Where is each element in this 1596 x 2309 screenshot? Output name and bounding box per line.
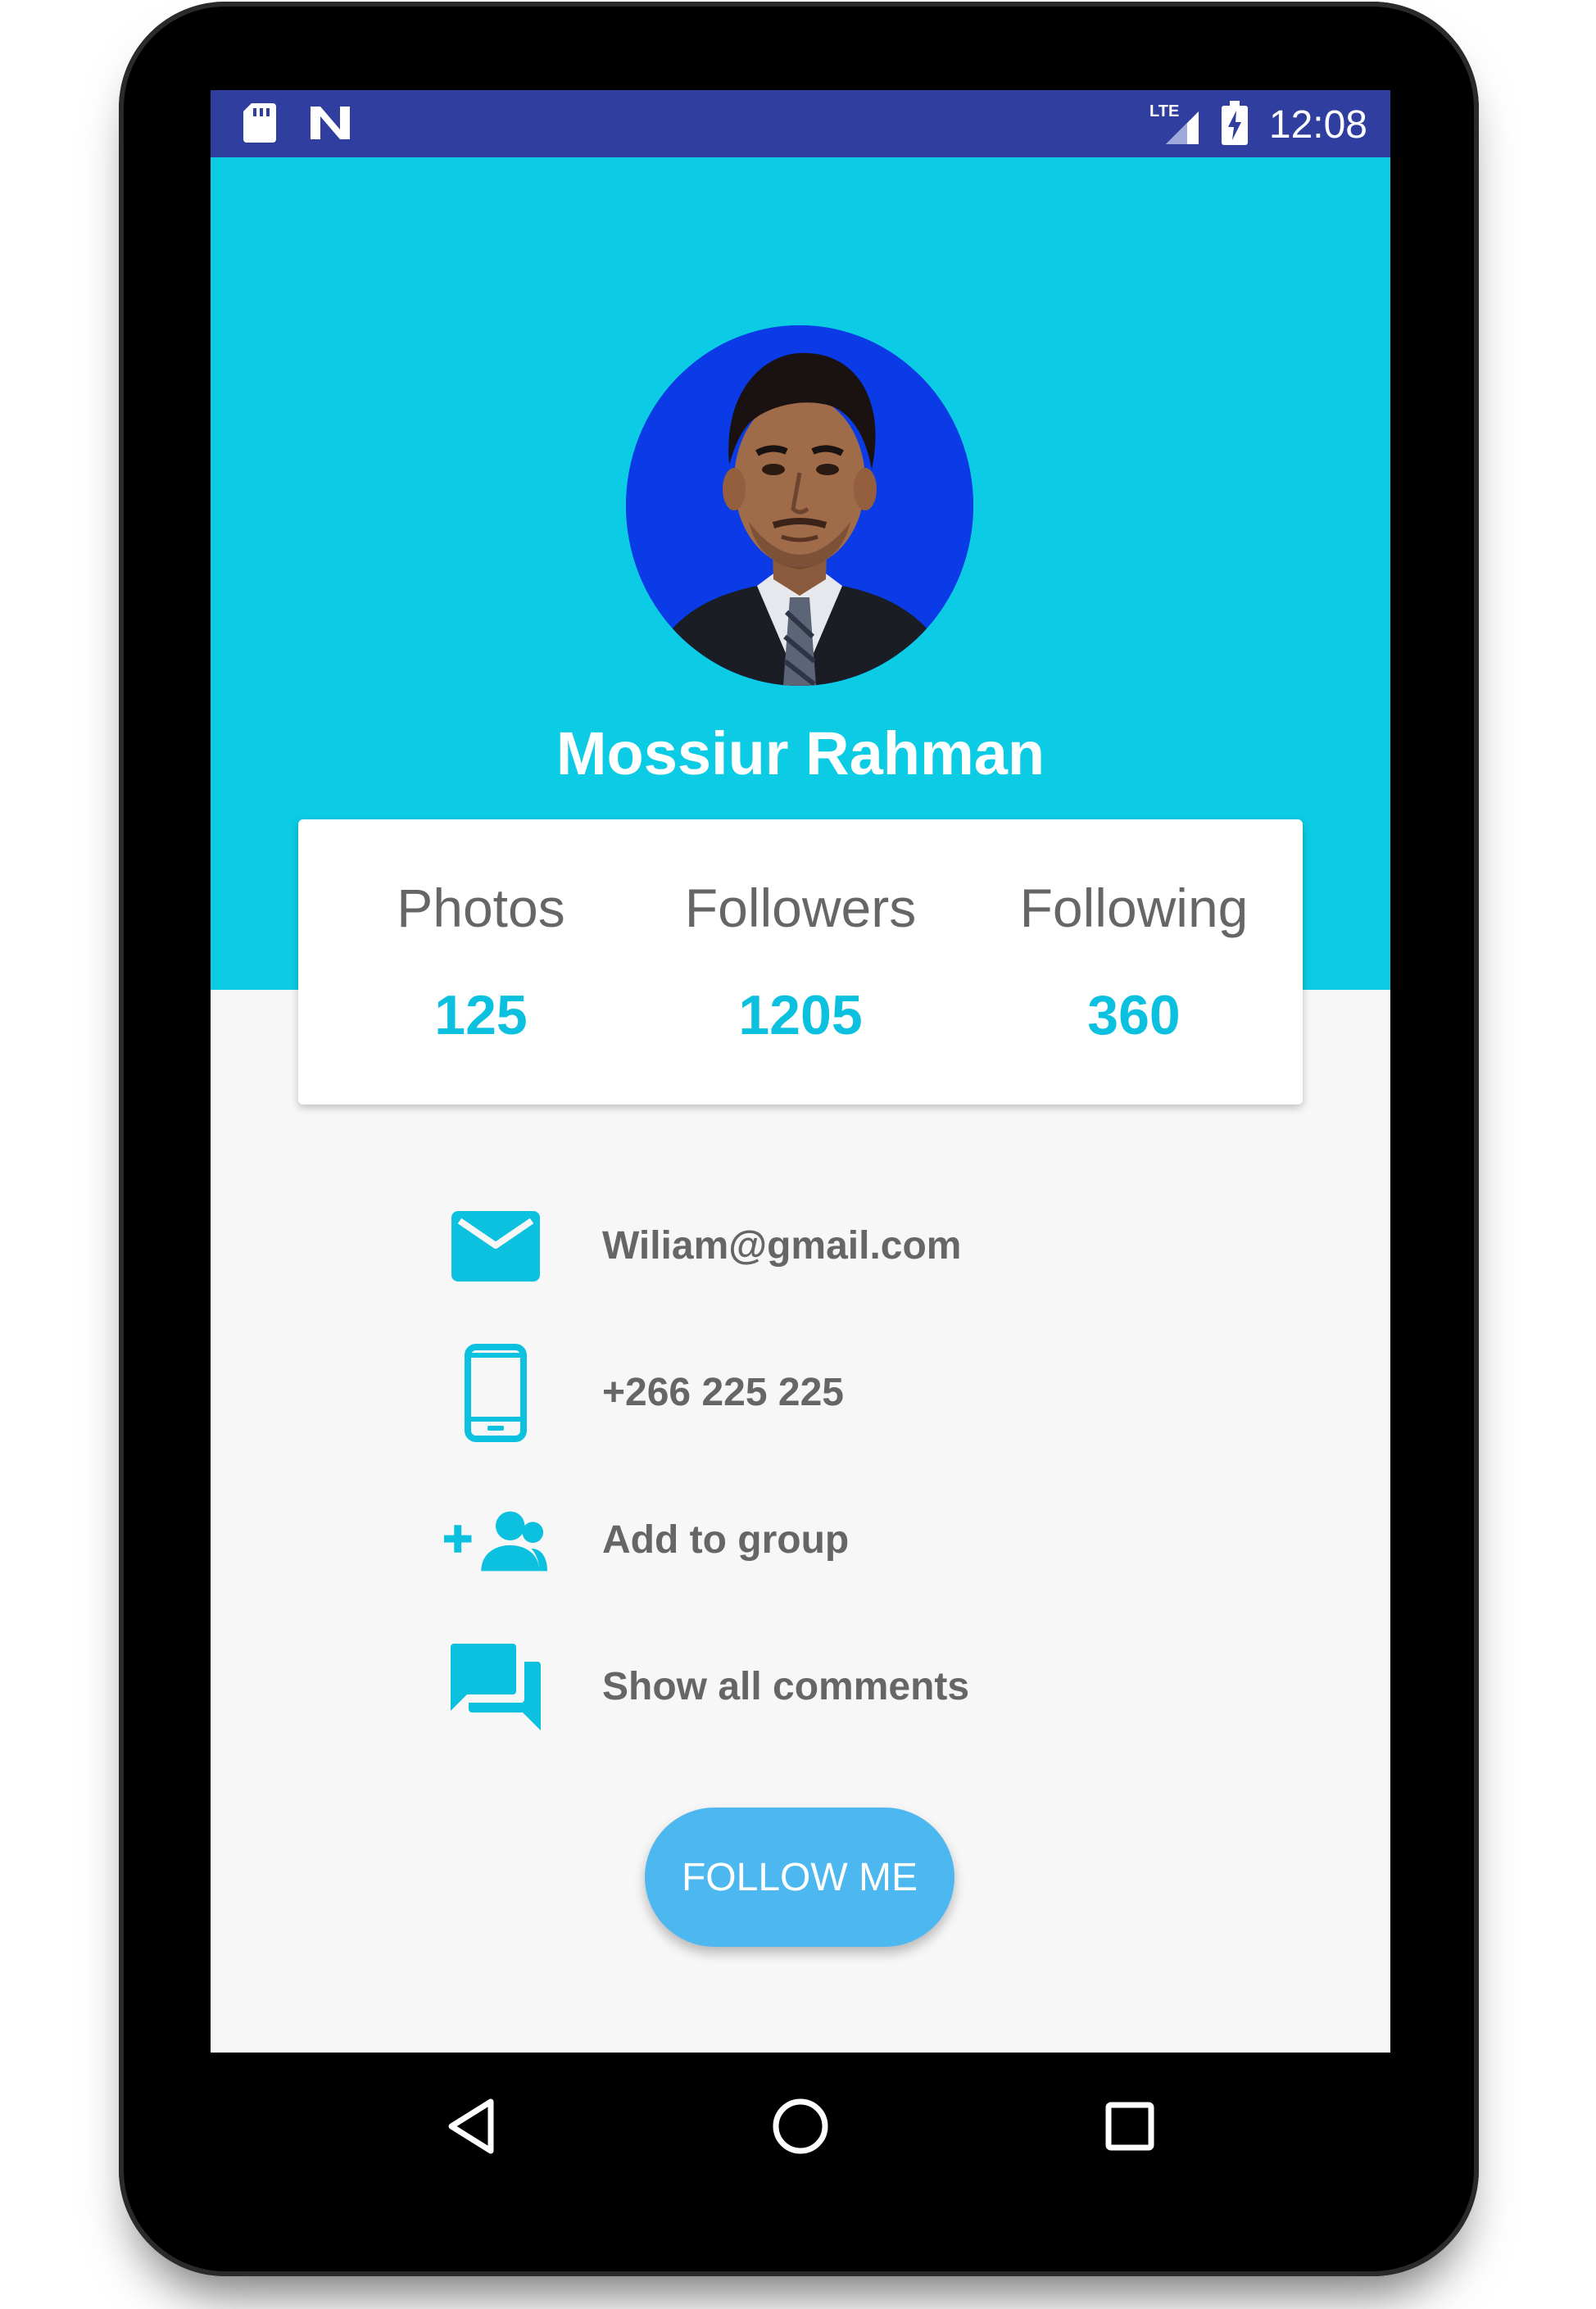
info-row-comments[interactable]: Show all comments bbox=[211, 1634, 1390, 1740]
info-row-add-group[interactable]: Add to group bbox=[211, 1487, 1390, 1594]
profile-name: Mossiur Rahman bbox=[555, 719, 1045, 787]
sd-card-icon bbox=[243, 102, 276, 147]
stat-followers[interactable]: Followers 1205 bbox=[637, 819, 964, 1105]
phone-icon bbox=[444, 1340, 547, 1446]
follow-me-button[interactable]: FOLLOW ME bbox=[645, 1808, 954, 1947]
stat-value: 125 bbox=[434, 984, 528, 1046]
stat-label: Followers bbox=[684, 878, 917, 938]
stat-label: Photos bbox=[397, 878, 565, 938]
n-logo-icon bbox=[309, 105, 351, 145]
email-icon bbox=[444, 1193, 547, 1300]
stats-card: Photos 125 Followers 1205 Following 360 bbox=[298, 819, 1303, 1105]
battery-charging-icon bbox=[1221, 100, 1248, 149]
info-row-phone[interactable]: +266 225 225 bbox=[211, 1340, 1390, 1446]
svg-text:LTE: LTE bbox=[1149, 102, 1179, 120]
stat-label: Following bbox=[1019, 878, 1249, 938]
info-row-email[interactable]: Wiliam@gmail.com bbox=[211, 1193, 1390, 1300]
nav-bar bbox=[211, 2053, 1390, 2200]
app-screen: LTE 12:08 Mossiur Rahman Photos 125 Foll… bbox=[211, 90, 1390, 2053]
back-icon[interactable] bbox=[430, 2085, 512, 2167]
comments-text: Show all comments bbox=[602, 1665, 970, 1708]
stat-following[interactable]: Following 360 bbox=[970, 819, 1298, 1105]
comments-icon bbox=[444, 1634, 547, 1740]
avatar bbox=[626, 325, 973, 686]
home-icon[interactable] bbox=[759, 2085, 841, 2167]
stat-value: 1205 bbox=[738, 984, 863, 1046]
add-group-text: Add to group bbox=[602, 1518, 850, 1562]
clock: 12:08 bbox=[1268, 102, 1367, 147]
email-text: Wiliam@gmail.com bbox=[602, 1224, 962, 1268]
recents-icon[interactable] bbox=[1089, 2085, 1171, 2167]
stat-photos[interactable]: Photos 125 bbox=[317, 819, 645, 1105]
stat-value: 360 bbox=[1087, 984, 1181, 1046]
lte-signal-icon: LTE bbox=[1149, 100, 1200, 150]
phone-text: +266 225 225 bbox=[602, 1371, 844, 1414]
add-group-icon bbox=[444, 1487, 547, 1594]
status-bar: LTE 12:08 bbox=[211, 90, 1390, 157]
